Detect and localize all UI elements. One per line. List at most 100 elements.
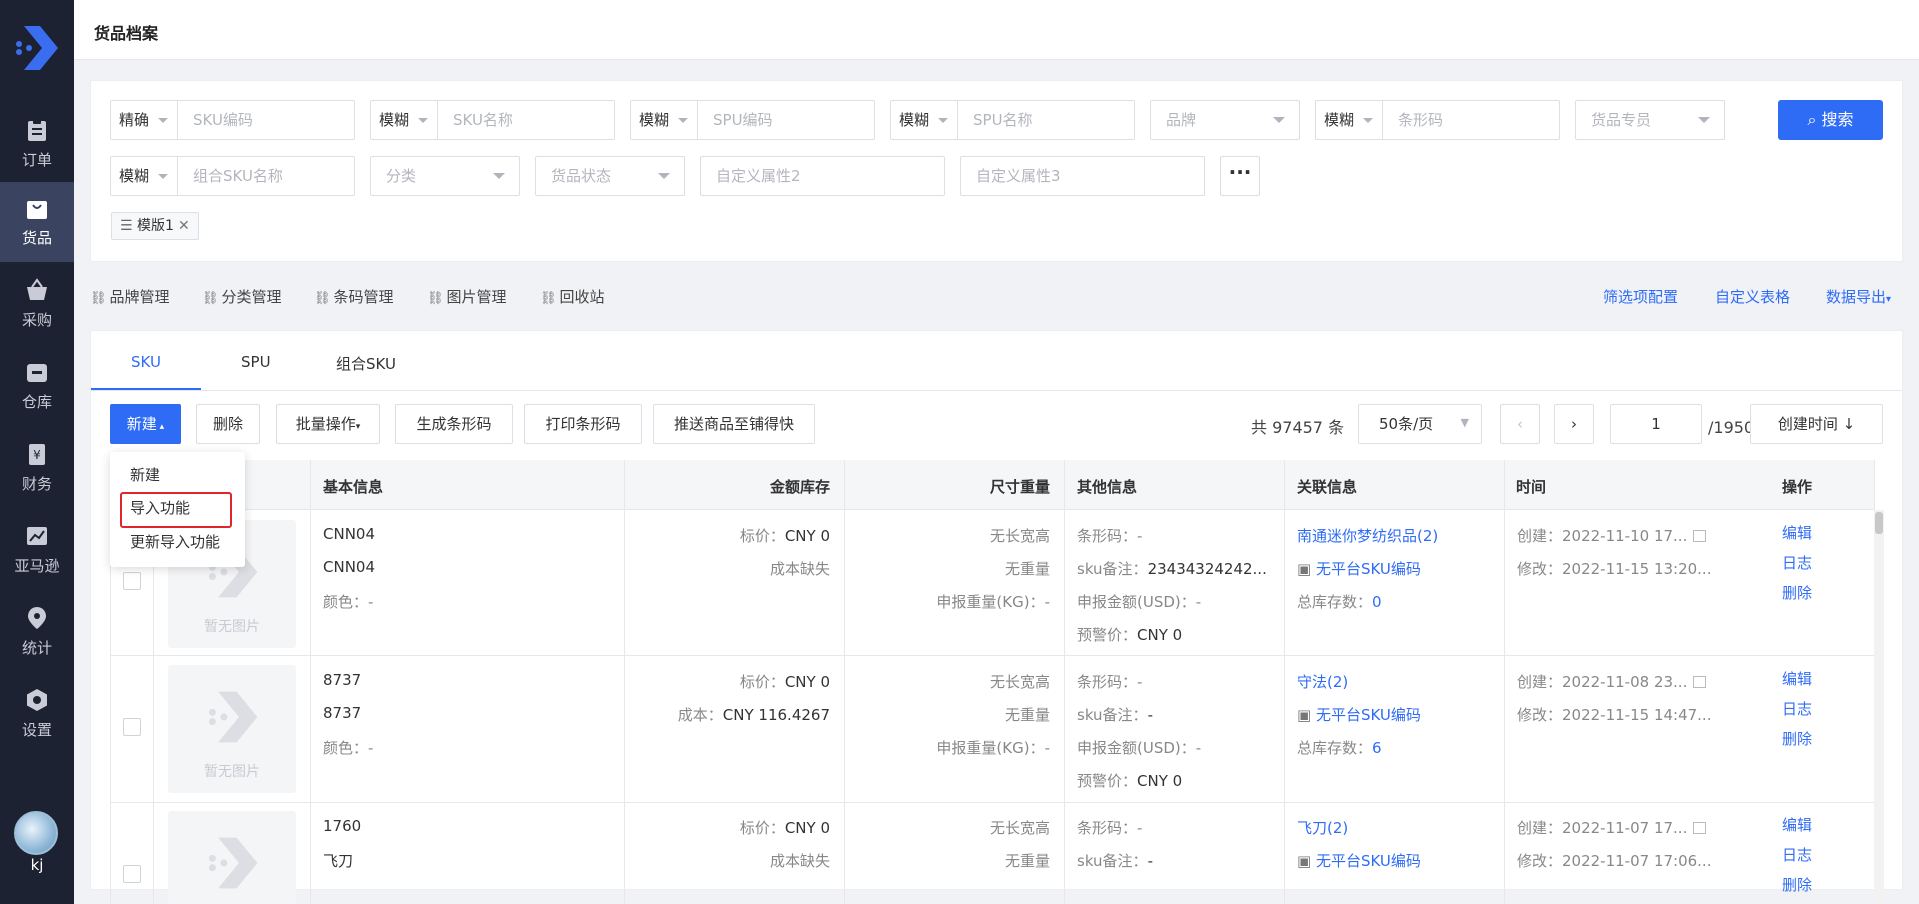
sku-name-field[interactable]: 模糊 SKU名称 <box>370 100 615 140</box>
spu-code-field[interactable]: 模糊 SPU编码 <box>630 100 875 140</box>
close-icon[interactable]: ✕ <box>178 218 190 234</box>
delete-link[interactable]: 删除 <box>1782 582 1812 603</box>
sort-by-created-button[interactable]: 创建时间 ↓ <box>1750 404 1883 444</box>
link-recycle-bin[interactable]: ⛓ 回收站 <box>540 286 605 307</box>
sidebar-item-warehouse[interactable]: 仓库 <box>0 346 74 426</box>
brand-select[interactable]: 品牌 <box>1150 100 1300 140</box>
platform-sku-link[interactable]: ▣ 无平台SKU编码 <box>1297 850 1421 871</box>
scrollbar-thumb[interactable] <box>1875 512 1883 534</box>
calendar-icon[interactable] <box>1693 530 1707 542</box>
list-price-value: CNY 0 <box>784 819 830 837</box>
app-logo-icon[interactable] <box>10 22 62 74</box>
match-mode-select[interactable]: 模糊 <box>111 157 178 195</box>
edit-link[interactable]: 编辑 <box>1782 522 1812 543</box>
barcode-field[interactable]: 模糊 条形码 <box>1315 100 1560 140</box>
match-mode-select[interactable]: 模糊 <box>631 101 698 139</box>
related-link[interactable]: 飞刀(2) <box>1297 817 1348 838</box>
template-tag[interactable]: ☰ 模版1 ✕ <box>111 212 199 240</box>
specialist-select[interactable]: 货品专员 <box>1575 100 1725 140</box>
table-border <box>844 460 845 904</box>
page-number-input[interactable]: 1 <box>1610 404 1702 444</box>
delete-link[interactable]: 删除 <box>1782 728 1812 749</box>
sku-note: sku备注：23434324242... <box>1077 558 1267 579</box>
batch-operations-button[interactable]: 批量操作▾ <box>276 404 380 444</box>
custom-attr3-field[interactable]: 自定义属性3 <box>960 156 1205 196</box>
link-image-management[interactable]: ⛓ 图片管理 <box>427 286 507 307</box>
related-link[interactable]: 南通迷你梦纺织品(2) <box>1297 525 1438 546</box>
sidebar-item-settings[interactable]: 设置 <box>0 674 74 754</box>
avatar[interactable] <box>14 811 58 855</box>
filter-config-link[interactable]: 筛选项配置 <box>1603 286 1678 307</box>
barcode-input[interactable]: 条形码 <box>1398 101 1443 139</box>
sidebar-item-amazon[interactable]: 亚马逊 <box>0 510 74 590</box>
combo-sku-name-field[interactable]: 模糊 组合SKU名称 <box>110 156 355 196</box>
tab-sku[interactable]: SKU <box>131 353 161 371</box>
calendar-icon[interactable] <box>1693 676 1707 688</box>
generate-barcode-button[interactable]: 生成条形码 <box>395 404 513 444</box>
next-page-button[interactable]: › <box>1554 404 1594 444</box>
menu-item-update-import[interactable]: 更新导入功能 <box>130 531 220 552</box>
sidebar-item-finance[interactable]: ¥ 财务 <box>0 428 74 508</box>
search-button[interactable]: ⌕ 搜索 <box>1778 100 1883 140</box>
link-barcode-management[interactable]: ⛓ 条码管理 <box>314 286 394 307</box>
sku-name-input[interactable]: SKU名称 <box>453 101 513 139</box>
sidebar-item-orders[interactable]: 订单 <box>0 104 74 184</box>
delete-button[interactable]: 删除 <box>196 404 260 444</box>
status-select[interactable]: 货品状态 <box>535 156 685 196</box>
sidebar-item-label: 财务 <box>21 475 52 493</box>
spu-code-input[interactable]: SPU编码 <box>713 101 773 139</box>
total-stock-value[interactable]: 0 <box>1372 593 1382 611</box>
sidebar-item-goods[interactable]: 货品 <box>0 182 74 262</box>
combo-sku-name-input[interactable]: 组合SKU名称 <box>193 157 283 195</box>
link-brand-management[interactable]: ⛓ 品牌管理 <box>90 286 170 307</box>
log-link[interactable]: 日志 <box>1782 844 1812 865</box>
related-link[interactable]: 守法(2) <box>1297 671 1348 692</box>
tab-spu[interactable]: SPU <box>241 353 271 371</box>
print-barcode-button[interactable]: 打印条形码 <box>524 404 642 444</box>
log-link[interactable]: 日志 <box>1782 698 1812 719</box>
row-checkbox[interactable] <box>123 865 141 883</box>
product-thumbnail[interactable] <box>168 811 296 904</box>
match-mode-select[interactable]: 模糊 <box>1316 101 1383 139</box>
page-size-select[interactable]: 50条/页 ▼ <box>1358 404 1482 444</box>
custom-attr3-input[interactable]: 自定义属性3 <box>976 157 1061 195</box>
row-checkbox[interactable] <box>123 572 141 590</box>
total-stock-value[interactable]: 6 <box>1372 739 1382 757</box>
edit-link[interactable]: 编辑 <box>1782 814 1812 835</box>
cost: 成本缺失 <box>769 560 830 578</box>
tab-combo-sku[interactable]: 组合SKU <box>336 353 396 374</box>
more-filters-button[interactable]: ··· <box>1220 156 1260 196</box>
custom-attr2-field[interactable]: 自定义属性2 <box>700 156 945 196</box>
edit-link[interactable]: 编辑 <box>1782 668 1812 689</box>
match-mode-select[interactable]: 模糊 <box>891 101 958 139</box>
category-select[interactable]: 分类 <box>370 156 520 196</box>
platform-sku-link[interactable]: ▣ 无平台SKU编码 <box>1297 558 1421 579</box>
warning-price-label: 预警价： <box>1077 772 1138 790</box>
product-thumbnail[interactable]: 暂无图片 <box>168 665 296 793</box>
custom-attr2-input[interactable]: 自定义属性2 <box>716 157 801 195</box>
link-category-management[interactable]: ⛓ 分类管理 <box>202 286 282 307</box>
sku-note-label: sku备注： <box>1077 852 1148 870</box>
new-button[interactable]: 新建 ▴ <box>110 404 181 444</box>
spu-name-field[interactable]: 模糊 SPU名称 <box>890 100 1135 140</box>
spu-name-input[interactable]: SPU名称 <box>973 101 1033 139</box>
table-scrollbar[interactable] <box>1874 510 1884 904</box>
push-goods-button[interactable]: 推送商品至铺得快 <box>653 404 815 444</box>
match-mode-select[interactable]: 精确 <box>111 101 178 139</box>
sidebar-item-purchase[interactable]: 采购 <box>0 264 74 344</box>
custom-table-link[interactable]: 自定义表格 <box>1715 286 1790 307</box>
prev-page-button[interactable]: ‹ <box>1500 404 1540 444</box>
row-checkbox[interactable] <box>123 718 141 736</box>
delete-link[interactable]: 删除 <box>1782 874 1812 895</box>
log-link[interactable]: 日志 <box>1782 552 1812 573</box>
sidebar-item-stats[interactable]: 统计 <box>0 592 74 672</box>
calendar-icon[interactable] <box>1693 822 1707 834</box>
sku-code-input[interactable]: SKU编码 <box>193 101 253 139</box>
sku-code-field[interactable]: 精确 SKU编码 <box>110 100 355 140</box>
platform-sku-link[interactable]: ▣ 无平台SKU编码 <box>1297 704 1421 725</box>
menu-item-new[interactable]: 新建 <box>130 464 160 485</box>
total-stock: 总库存数：6 <box>1297 737 1382 758</box>
match-mode-select[interactable]: 模糊 <box>371 101 438 139</box>
data-export-link[interactable]: 数据导出▾ <box>1826 286 1891 307</box>
brand-select-placeholder: 品牌 <box>1166 111 1197 129</box>
